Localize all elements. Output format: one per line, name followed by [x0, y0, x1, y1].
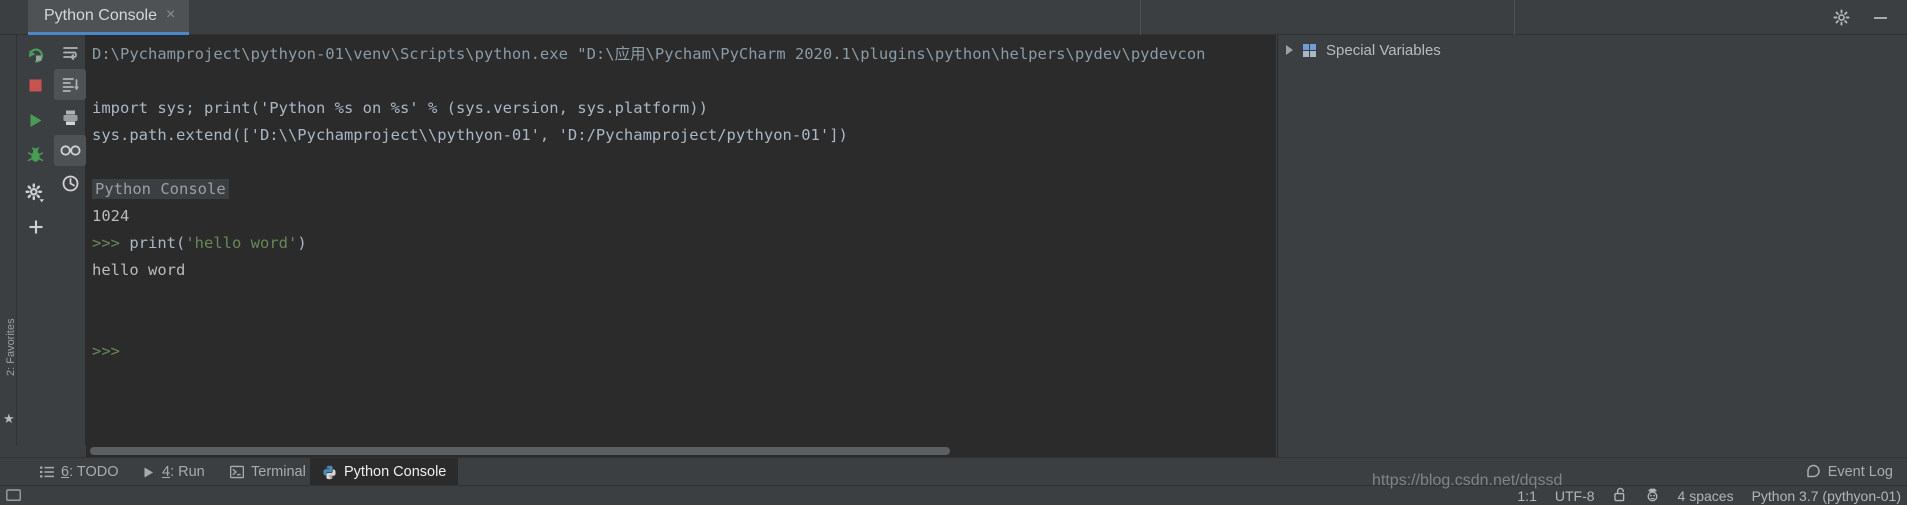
stop-icon	[26, 76, 45, 95]
special-variables-pane: Special Variables	[1277, 35, 1907, 457]
python-icon	[322, 465, 337, 480]
execute-button[interactable]	[17, 105, 54, 136]
window-controls	[1833, 0, 1889, 35]
rerun-icon	[26, 45, 45, 64]
status-bar-right: 1:1 UTF-8 4 spaces Python 3.7 (pythyon-0…	[1517, 486, 1901, 505]
console-segment: sys.path.extend(['D:\\Pychamproject\\pyt…	[92, 126, 848, 144]
stop-button[interactable]	[17, 70, 54, 101]
terminal-window-icon[interactable]	[6, 488, 21, 505]
console-segment: >>>	[92, 234, 130, 252]
console-segment: )	[297, 234, 307, 252]
variables-group-icon	[1303, 43, 1316, 57]
pycharm-python-console-window: Python Console × 2: Favorites ★ D:\Pycha…	[0, 0, 1907, 505]
python-interpreter[interactable]: Python 3.7 (pythyon-01)	[1752, 488, 1901, 504]
minimize-icon[interactable]	[1872, 9, 1889, 26]
event-log-label: Event Log	[1827, 464, 1893, 480]
bottom-tab-run-label: 4: Run	[162, 464, 205, 480]
soft-wrap-button[interactable]	[54, 38, 86, 69]
terminal-icon	[230, 465, 244, 479]
bug-icon	[26, 146, 45, 165]
print-icon	[61, 108, 80, 127]
bottom-tab-run[interactable]: 4: Run	[130, 458, 217, 486]
console-text: D:\Pychamproject\pythyon-01\venv\Scripts…	[86, 35, 1276, 445]
gear-dropdown-icon	[25, 183, 46, 204]
console-line-prompt: >>> print('hello word')	[88, 230, 1276, 257]
console-segment: Python Console	[92, 179, 229, 199]
top-tab-bar: Python Console ×	[0, 0, 1907, 35]
file-encoding[interactable]: UTF-8	[1555, 488, 1595, 504]
indent-setting[interactable]: 4 spaces	[1678, 488, 1734, 504]
history-button[interactable]	[54, 168, 86, 199]
clock-icon	[61, 174, 80, 193]
add-console-button[interactable]	[17, 211, 54, 242]
gear-icon[interactable]	[1833, 9, 1850, 26]
console-line-output: hello word	[88, 257, 1276, 284]
special-variables-label: Special Variables	[1326, 41, 1441, 59]
console-segment: import sys; print('Python %s on %s' % (s…	[92, 99, 708, 117]
show-variables-button[interactable]	[54, 135, 86, 166]
console-segment: print(	[129, 234, 186, 252]
todo-list-icon	[40, 465, 54, 479]
bottom-tab-todo-label: 6: TODO	[61, 464, 119, 480]
special-variables-scrollbar[interactable]	[1894, 35, 1907, 457]
event-log-button[interactable]: Event Log	[1806, 458, 1893, 486]
bottom-tab-python-console[interactable]: Python Console	[310, 458, 459, 486]
tabbar-divider-1	[1140, 0, 1141, 35]
favorites-sidebar: 2: Favorites ★	[0, 35, 17, 445]
play-icon	[26, 111, 45, 130]
debug-button[interactable]	[17, 140, 54, 171]
caret-position[interactable]: 1:1	[1517, 488, 1536, 504]
run-play-icon	[142, 466, 155, 479]
settings-button[interactable]	[17, 178, 54, 209]
soft-wrap-icon	[61, 44, 80, 63]
console-line-code: import sys; print('Python %s on %s' % (s…	[88, 95, 1276, 122]
tabbar-divider-2	[1514, 0, 1515, 35]
console-toolbar-secondary	[54, 35, 86, 445]
console-line-title: Python Console	[88, 176, 1276, 203]
bottom-tool-window-bar: 6: TODO 4: Run Terminal Python Console E…	[0, 457, 1907, 486]
bottom-tab-python-console-label: Python Console	[344, 464, 447, 480]
console-segment: >>>	[92, 342, 120, 360]
scroll-to-end-button[interactable]	[54, 69, 86, 100]
console-segment: D:\Pychamproject\pythyon-01\venv\Scripts…	[92, 45, 1206, 63]
triangle-right-icon[interactable]	[1286, 45, 1293, 55]
print-button[interactable]	[54, 102, 86, 133]
bottom-tab-terminal[interactable]: Terminal	[218, 458, 318, 486]
special-variables-header[interactable]: Special Variables	[1278, 35, 1441, 65]
tab-python-console-label: Python Console	[44, 7, 157, 24]
console-output-area[interactable]: D:\Pychamproject\pythyon-01\venv\Scripts…	[86, 35, 1276, 445]
close-icon[interactable]: ×	[166, 7, 175, 25]
bottom-tab-terminal-label: Terminal	[251, 464, 306, 480]
console-segment: 1024	[92, 207, 130, 225]
console-line-command: D:\Pychamproject\pythyon-01\venv\Scripts…	[88, 41, 1276, 68]
console-line-code: sys.path.extend(['D:\\Pychamproject\\pyt…	[88, 122, 1276, 149]
glasses-icon	[60, 143, 81, 158]
status-bar: 1:1 UTF-8 4 spaces Python 3.7 (pythyon-0…	[0, 485, 1907, 505]
rerun-button[interactable]	[17, 39, 54, 70]
scroll-to-end-icon	[61, 75, 80, 94]
unlocked-icon[interactable]	[1613, 487, 1627, 505]
console-toolbar-primary	[17, 35, 54, 445]
console-segment: 'hello word'	[185, 234, 298, 252]
hector-inspection-icon[interactable]	[1645, 487, 1660, 505]
console-line-output: 1024	[88, 203, 1276, 230]
notification-icon	[1806, 463, 1821, 482]
bottom-tab-todo[interactable]: 6: TODO	[28, 458, 131, 486]
console-line-prompt: >>>	[88, 338, 1276, 365]
star-icon[interactable]: ★	[3, 411, 15, 427]
console-hscrollbar-thumb[interactable]	[90, 447, 950, 455]
tab-python-console[interactable]: Python Console ×	[28, 0, 190, 35]
plus-icon	[27, 218, 45, 236]
sidebar-item-favorites[interactable]: 2: Favorites	[5, 306, 17, 376]
console-segment: hello word	[92, 261, 186, 279]
